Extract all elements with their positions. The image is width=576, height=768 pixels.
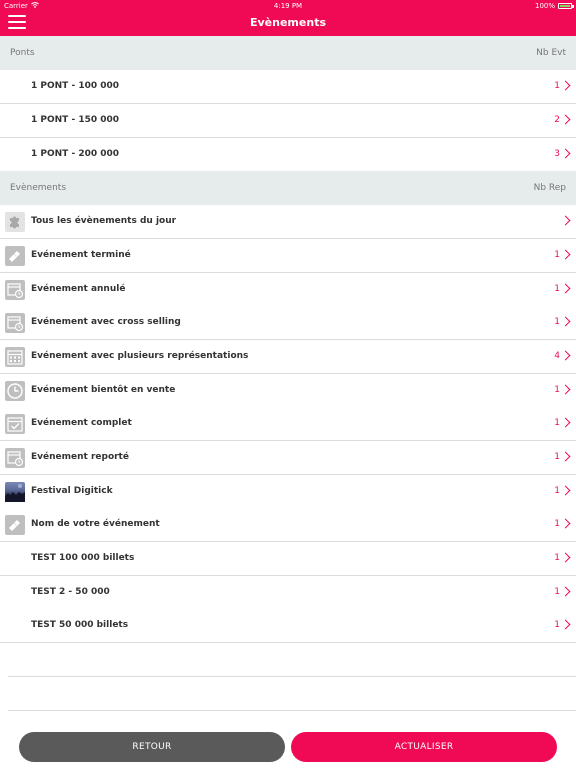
- chevron-right-icon: [560, 148, 571, 159]
- chevron-right-icon: [560, 316, 571, 327]
- chevron-right-icon: [560, 283, 571, 294]
- events-section-header: Evènements Nb Rep: [0, 171, 576, 205]
- event-count: 1: [554, 284, 560, 294]
- calendar-clock-icon: [5, 448, 25, 468]
- status-bar: Carrier 4:19 PM 100%: [0, 0, 576, 12]
- pont-row[interactable]: 1 PONT - 150 000 2: [0, 104, 576, 138]
- event-count: 1: [554, 418, 560, 428]
- ticket-icon: [5, 515, 25, 535]
- event-label: Evénement annulé: [31, 284, 126, 294]
- event-label: Evénement reporté: [31, 452, 129, 462]
- event-row[interactable]: Evénement complet 1: [0, 407, 576, 441]
- event-count: 1: [554, 452, 560, 462]
- empty-row: [8, 643, 576, 677]
- chevron-right-icon: [560, 552, 571, 563]
- event-count: 1: [554, 553, 560, 563]
- ponts-count-header: Nb Evt: [536, 48, 566, 58]
- event-row[interactable]: Evénement annulé 1: [0, 273, 576, 307]
- event-count: 4: [554, 351, 560, 361]
- events-header-label: Evènements: [10, 183, 67, 193]
- event-count: 1: [554, 250, 560, 260]
- pont-label: 1 PONT - 200 000: [31, 149, 120, 159]
- event-row[interactable]: Nom de votre événement 1: [0, 508, 576, 542]
- chevron-right-icon: [560, 485, 571, 496]
- chevron-right-icon: [560, 619, 571, 630]
- event-count: 1: [554, 385, 560, 395]
- ticket-icon: [5, 246, 25, 266]
- event-row[interactable]: TEST 2 - 50 000 1: [0, 576, 576, 610]
- event-row[interactable]: Evénement terminé 1: [0, 239, 576, 273]
- empty-row: [8, 677, 576, 711]
- puzzle-icon: [5, 212, 25, 232]
- event-count: 1: [554, 587, 560, 597]
- chevron-right-icon: [560, 451, 571, 462]
- event-count: 1: [554, 620, 560, 630]
- event-row[interactable]: Evénement reporté 1: [0, 441, 576, 475]
- chevron-right-icon: [560, 215, 571, 226]
- back-button[interactable]: RETOUR: [19, 732, 285, 762]
- chevron-right-icon: [560, 350, 571, 361]
- battery-percent: 100%: [534, 2, 555, 10]
- pont-label: 1 PONT - 150 000: [31, 115, 120, 125]
- calendar-clock-icon: [5, 280, 25, 300]
- ponts-section-header: Ponts Nb Evt: [0, 36, 576, 70]
- refresh-button[interactable]: ACTUALISER: [291, 732, 557, 762]
- event-count: 1: [554, 486, 560, 496]
- event-label: Evénement complet: [31, 418, 132, 428]
- event-label: TEST 2 - 50 000: [31, 587, 110, 597]
- calendar-check-icon: [5, 414, 25, 434]
- battery-icon: [558, 3, 574, 9]
- event-label: Nom de votre événement: [31, 519, 160, 529]
- status-time: 4:19 PM: [273, 2, 303, 10]
- pont-count: 1: [554, 81, 560, 91]
- page-title: Evènements: [250, 16, 326, 29]
- event-row[interactable]: Evénement avec plusieurs représentations…: [0, 340, 576, 374]
- chevron-right-icon: [560, 586, 571, 597]
- event-count: 1: [554, 317, 560, 327]
- pont-count: 3: [554, 149, 560, 159]
- ponts-header-label: Ponts: [10, 48, 35, 58]
- event-row[interactable]: TEST 50 000 billets 1: [0, 609, 576, 643]
- event-label: Evénement terminé: [31, 250, 131, 260]
- event-label: Evénement avec plusieurs représentations: [31, 351, 249, 361]
- event-row[interactable]: TEST 100 000 billets 1: [0, 542, 576, 576]
- event-label: TEST 50 000 billets: [31, 620, 129, 630]
- events-count-header: Nb Rep: [533, 183, 566, 193]
- pont-label: 1 PONT - 100 000: [31, 81, 120, 91]
- event-label: Evénement bientôt en vente: [31, 385, 176, 395]
- event-label: Festival Digitick: [31, 486, 113, 496]
- event-row[interactable]: Evénement bientôt en vente 1: [0, 374, 576, 408]
- chevron-right-icon: [560, 518, 571, 529]
- event-count: 1: [554, 519, 560, 529]
- calendar-icon: [5, 347, 25, 367]
- chevron-right-icon: [560, 249, 571, 260]
- chevron-right-icon: [560, 384, 571, 395]
- event-row-all-today[interactable]: Tous les évènements du jour: [0, 205, 576, 239]
- pont-count: 2: [554, 115, 560, 125]
- event-label: Tous les évènements du jour: [31, 216, 177, 226]
- clock-icon: [5, 381, 25, 401]
- event-label: Evénement avec cross selling: [31, 317, 181, 327]
- event-row[interactable]: Festival Digitick 1: [0, 475, 576, 509]
- festival-photo-icon: [5, 482, 25, 502]
- chevron-right-icon: [560, 114, 571, 125]
- pont-row[interactable]: 1 PONT - 100 000 1: [0, 70, 576, 104]
- event-label: TEST 100 000 billets: [31, 553, 135, 563]
- chevron-right-icon: [560, 417, 571, 428]
- chevron-right-icon: [560, 80, 571, 91]
- calendar-clock-icon: [5, 313, 25, 333]
- event-row[interactable]: Evénement avec cross selling 1: [0, 306, 576, 340]
- pont-row[interactable]: 1 PONT - 200 000 3: [0, 138, 576, 172]
